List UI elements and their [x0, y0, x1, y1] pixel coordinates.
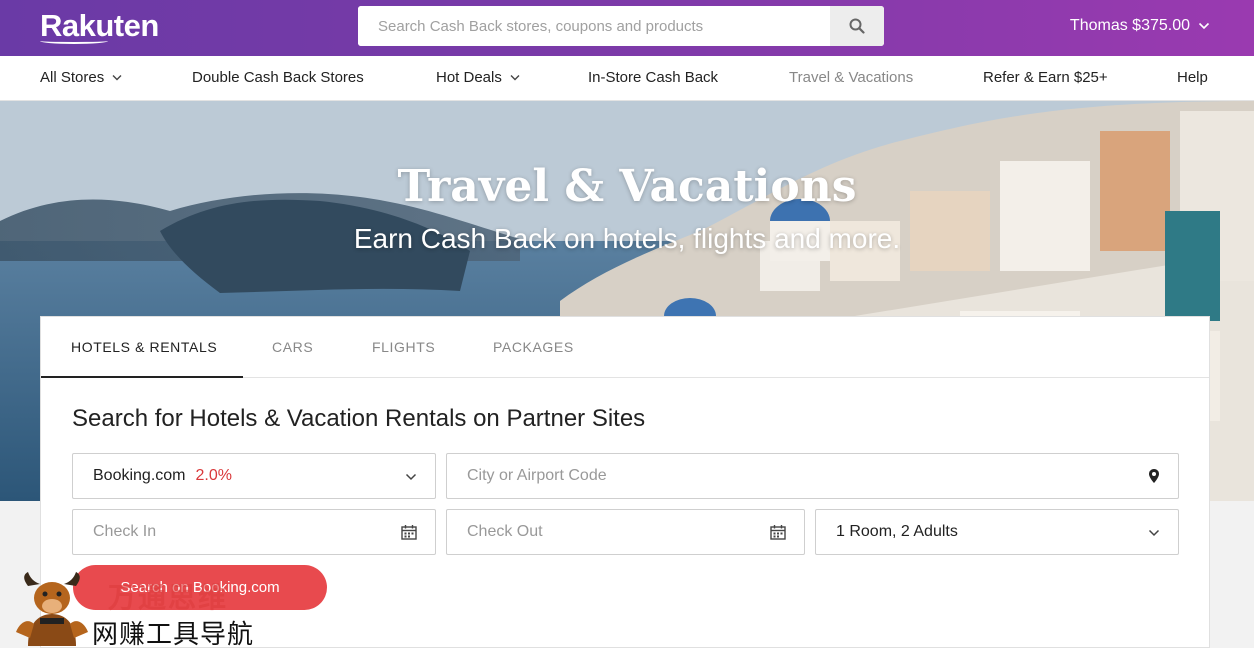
watermark-line-2: 网赚工具导航 [92, 620, 255, 648]
nav-hot-deals-label: Hot Deals [436, 69, 502, 86]
partner-select-value: Booking.com [93, 467, 186, 484]
nav-help[interactable]: Help [1177, 69, 1208, 86]
tab-flights[interactable]: FLIGHTS [372, 339, 435, 355]
check-out-placeholder: Check Out [467, 523, 543, 540]
tab-hotels-rentals[interactable]: HOTELS & RENTALS [71, 339, 217, 355]
search-input[interactable] [358, 6, 830, 46]
calendar-icon [401, 525, 417, 540]
watermark-overlay: 万通思维 网赚工具导航 [14, 570, 284, 648]
rooms-guests-value: 1 Room, 2 Adults [836, 523, 958, 540]
logo-swoosh [40, 38, 108, 44]
nav-in-store-label: In-Store Cash Back [588, 69, 719, 86]
search-box [358, 6, 884, 46]
check-in-field[interactable]: Check In [72, 509, 436, 555]
location-placeholder: City or Airport Code [467, 467, 607, 484]
user-account-label: Thomas $375.00 [1069, 17, 1190, 34]
search-button[interactable] [830, 6, 884, 46]
chevron-down-icon [112, 75, 122, 81]
bull-mascot-icon [16, 572, 88, 646]
nav-travel-label: Travel & Vacations [789, 69, 914, 86]
nav-hot-deals[interactable]: Hot Deals [436, 69, 520, 86]
calendar-icon [770, 525, 786, 540]
partner-cashback-rate: 2.0% [195, 467, 232, 484]
rooms-guests-select[interactable]: 1 Room, 2 Adults [815, 509, 1179, 555]
nav-all-stores[interactable]: All Stores [40, 69, 122, 86]
nav-travel-vacations[interactable]: Travel & Vacations [789, 69, 913, 86]
nav-double-cash-back[interactable]: Double Cash Back Stores [192, 69, 364, 86]
user-account-menu[interactable]: Thomas $375.00 [1070, 17, 1210, 35]
nav-refer-earn[interactable]: Refer & Earn $25+ [983, 69, 1108, 86]
check-out-field[interactable]: Check Out [446, 509, 805, 555]
travel-tabs: HOTELS & RENTALS CARS FLIGHTS PACKAGES [41, 317, 1209, 378]
tab-cars[interactable]: CARS [272, 339, 313, 355]
main-nav: All Stores Double Cash Back Stores Hot D… [0, 56, 1254, 101]
search-icon [849, 18, 865, 34]
nav-all-stores-label: All Stores [40, 69, 105, 86]
top-bar: Rakuten Thomas $375.00 [0, 0, 1254, 56]
nav-help-label: Help [1177, 69, 1208, 86]
nav-double-cash-back-label: Double Cash Back Stores [192, 69, 364, 86]
search-card-title: Search for Hotels & Vacation Rentals on … [72, 405, 646, 432]
tab-packages[interactable]: PACKAGES [493, 339, 574, 355]
nav-in-store-cash-back[interactable]: In-Store Cash Back [588, 69, 718, 86]
hero-title: Travel & Vacations [397, 161, 857, 212]
map-pin-icon [1149, 469, 1159, 483]
active-tab-indicator [41, 376, 243, 378]
nav-refer-label: Refer & Earn $25+ [983, 69, 1108, 86]
watermark-line-1: 万通思维 [108, 581, 229, 614]
chevron-down-icon [1148, 529, 1160, 537]
partner-select[interactable]: Booking.com 2.0% [72, 453, 436, 499]
chevron-down-icon [1198, 22, 1210, 30]
check-in-placeholder: Check In [93, 523, 157, 540]
hero-subtitle: Earn Cash Back on hotels, flights and mo… [353, 223, 901, 254]
chevron-down-icon [405, 473, 417, 481]
chevron-down-icon [510, 75, 520, 81]
location-field[interactable]: City or Airport Code [446, 453, 1179, 499]
